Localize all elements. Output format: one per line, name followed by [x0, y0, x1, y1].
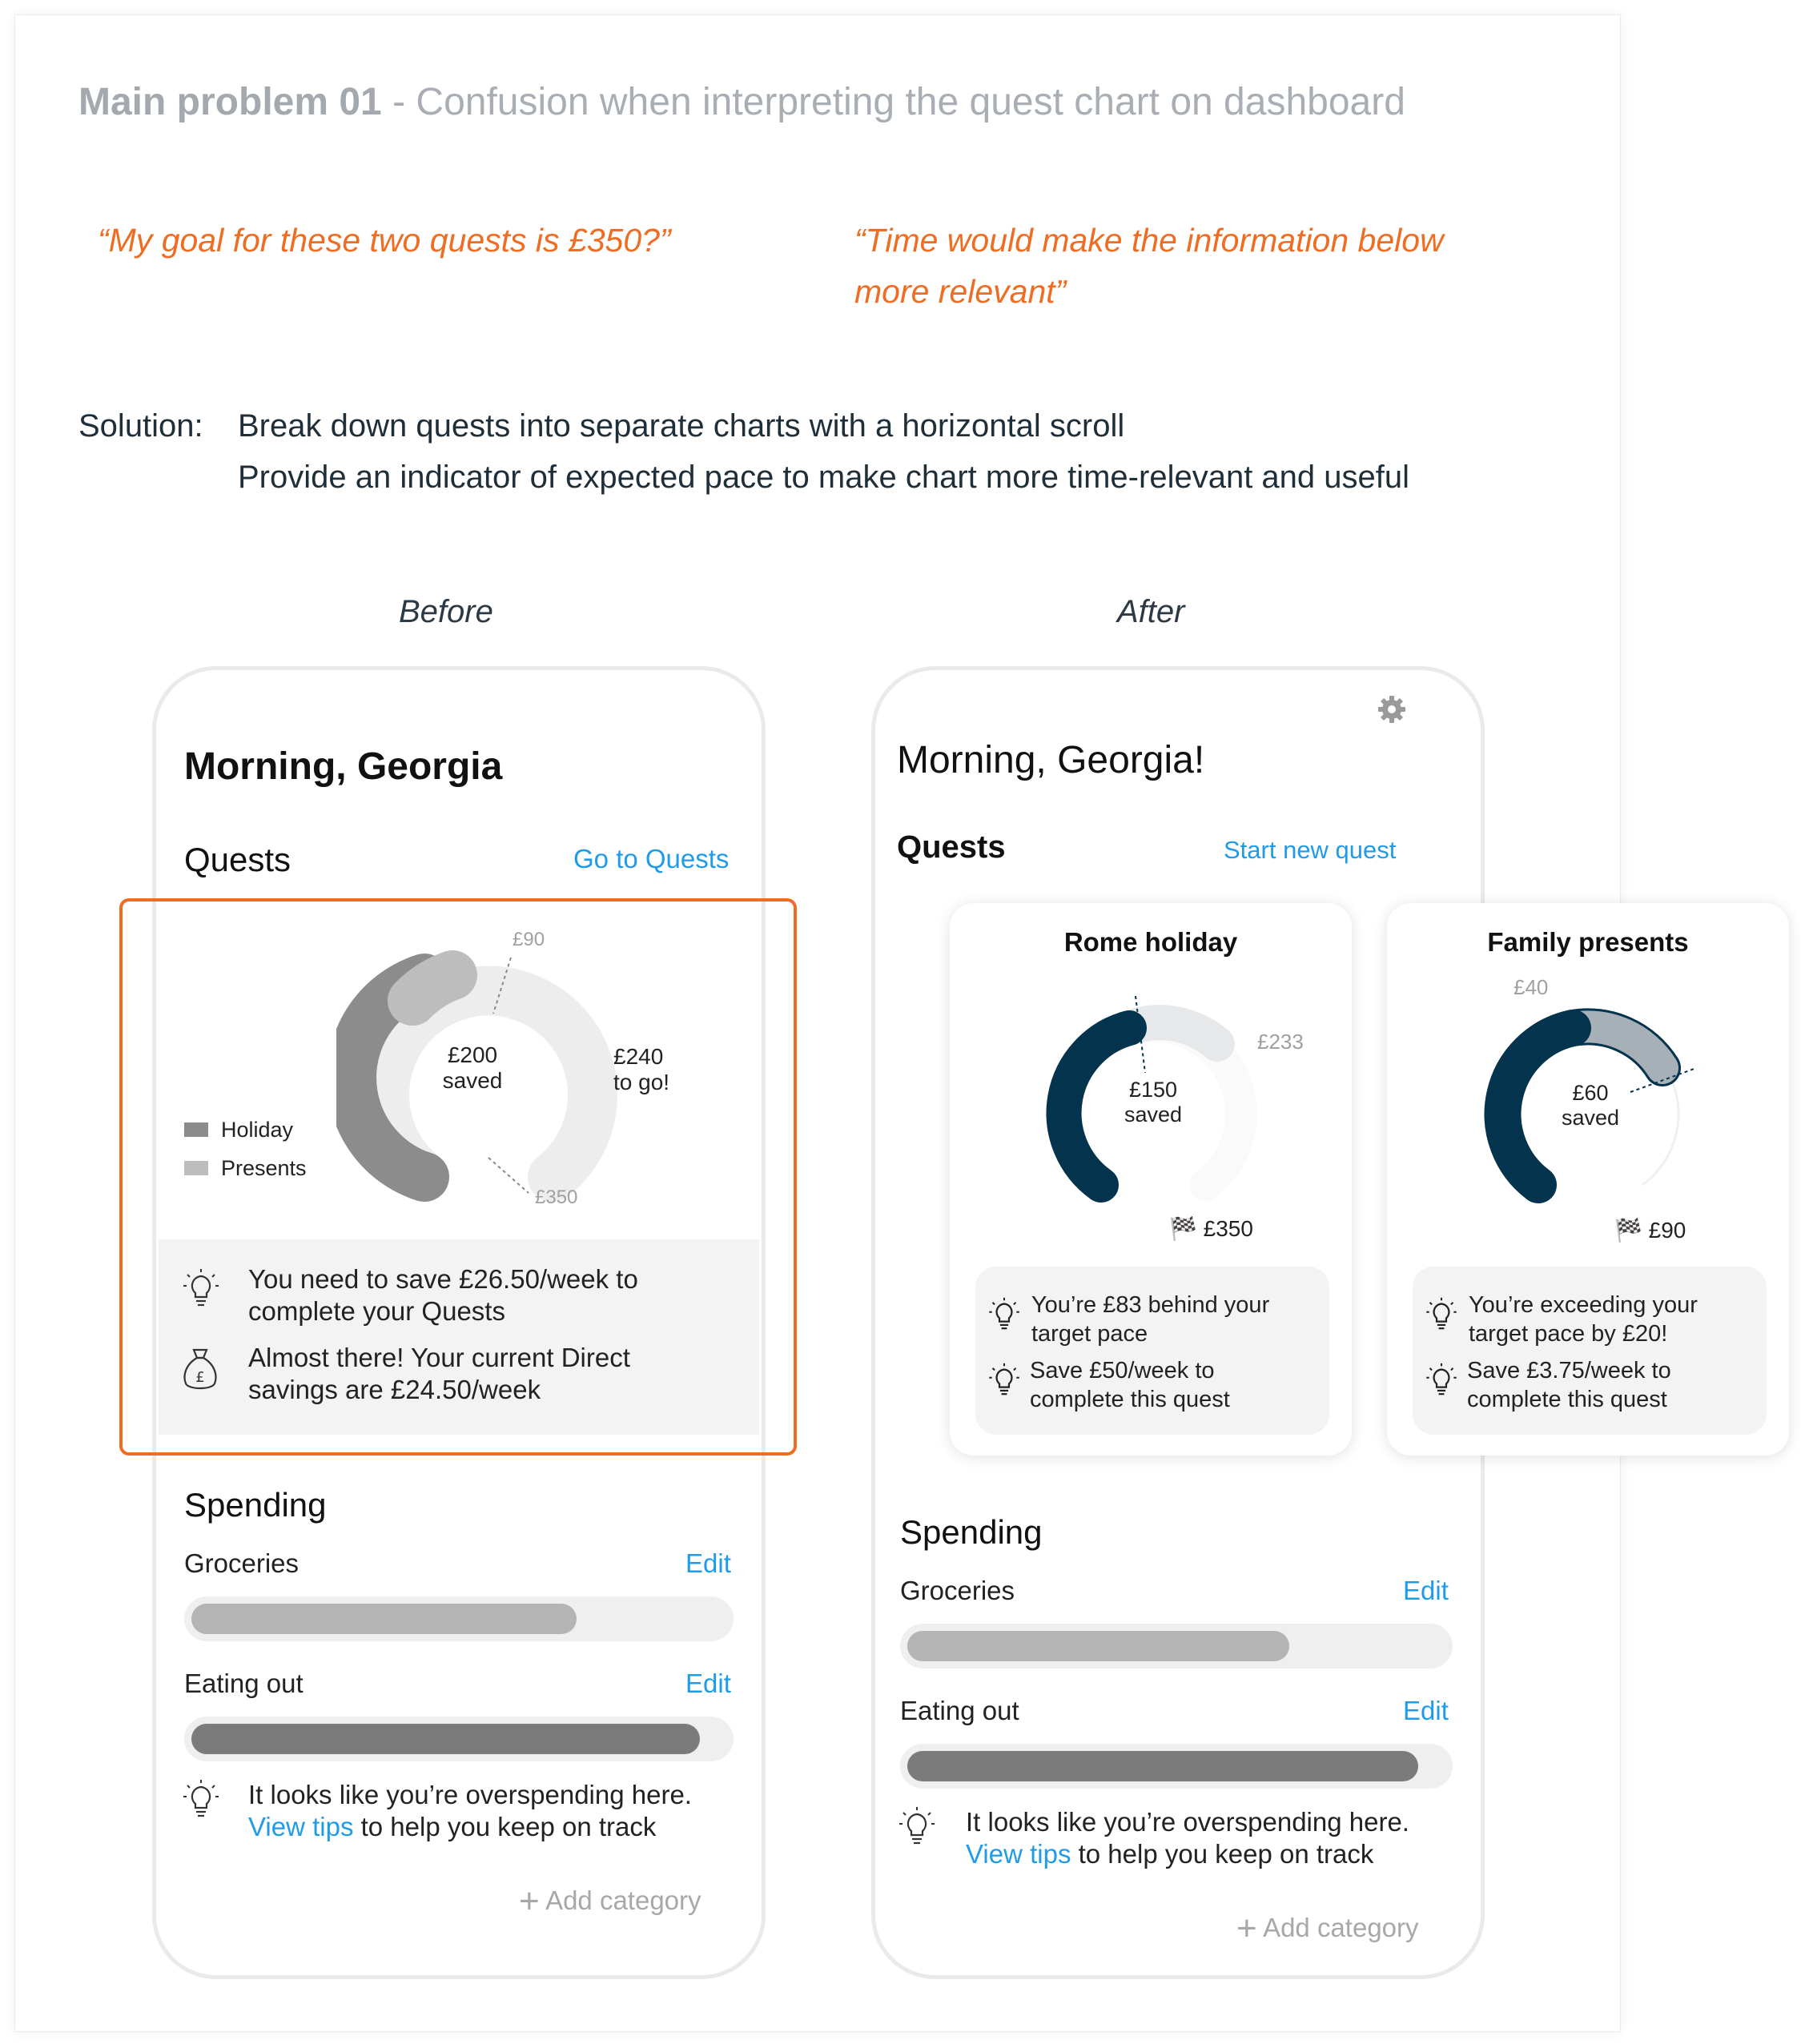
before-view-tips-link[interactable]: View tips — [248, 1812, 353, 1841]
after-groceries-bar — [900, 1624, 1453, 1669]
family-center-amount: £60 — [1572, 1081, 1609, 1105]
before-groceries-bar — [184, 1596, 734, 1641]
before-heading: Before — [399, 594, 493, 629]
solution-line1: Break down quests into separate charts w… — [238, 408, 1125, 444]
before-spending-title: Spending — [184, 1486, 327, 1524]
start-new-quest-link[interactable]: Start new quest — [1224, 836, 1396, 865]
before-quests-title: Quests — [184, 841, 291, 878]
before-eating-out-edit[interactable]: Edit — [685, 1669, 731, 1699]
rome-tip-1-line1: You’re £83 behind your — [1031, 1292, 1270, 1318]
after-view-tips-link[interactable]: View tips — [966, 1839, 1071, 1869]
problem-highlight-frame — [119, 898, 797, 1456]
quote-right: “Time would make the information below m… — [854, 215, 1444, 317]
go-to-quests-link[interactable]: Go to Quests — [573, 844, 729, 874]
after-heading: After — [1117, 594, 1185, 629]
before-greeting: Morning, Georgia — [184, 745, 503, 788]
quote-right-line1: “Time would make the information below — [854, 222, 1444, 259]
after-spending-tip: It looks like you’re overspending here. … — [966, 1806, 1409, 1870]
finish-flag-icon: 🏁 — [1169, 1216, 1197, 1241]
after-eating-out-fill — [907, 1751, 1418, 1781]
after-eating-out-edit[interactable]: Edit — [1403, 1696, 1449, 1726]
lightbulb-icon — [1426, 1297, 1457, 1330]
family-center: £60 saved — [1542, 1081, 1638, 1130]
after-quests-title: Quests — [897, 829, 1006, 865]
family-tip-2-line1: Save £3.75/week to — [1467, 1358, 1671, 1383]
rome-tip-2: Save £50/week to complete this quest — [1030, 1356, 1230, 1414]
quote-right-line2: more relevant” — [854, 273, 1067, 310]
before-spending-tip-line1: It looks like you’re overspending here. — [248, 1780, 692, 1809]
rome-tip-2-line2: complete this quest — [1030, 1387, 1230, 1412]
family-goal-amount: £90 — [1648, 1218, 1686, 1243]
after-tip-rest: to help you keep on track — [1071, 1839, 1374, 1869]
family-pace-label: £40 — [1513, 975, 1549, 999]
plus-icon: + — [1236, 1909, 1257, 1948]
gear-icon[interactable] — [1376, 693, 1408, 725]
before-groceries-edit[interactable]: Edit — [685, 1548, 731, 1579]
rome-center: £150 saved — [1105, 1078, 1201, 1127]
after-spending-tip-line2: View tips to help you keep on track — [966, 1838, 1409, 1870]
after-add-category-button[interactable]: + Add category — [1236, 1909, 1419, 1949]
family-center-sub: saved — [1561, 1106, 1620, 1130]
rome-tip-2-line1: Save £50/week to — [1030, 1358, 1215, 1383]
page-title: Main problem 01 - Confusion when interpr… — [78, 80, 1405, 124]
after-groceries-label: Groceries — [900, 1576, 1015, 1605]
before-add-category-label: Add category — [545, 1885, 701, 1915]
title-bold: Main problem 01 — [78, 81, 382, 123]
before-tip-rest: to help you keep on track — [353, 1812, 657, 1841]
plus-icon: + — [519, 1881, 540, 1921]
quote-left: “My goal for these two quests is £350?” — [98, 222, 671, 259]
after-eating-out-label: Eating out — [900, 1696, 1019, 1725]
lightbulb-icon — [989, 1297, 1019, 1330]
rome-goal: 🏁 £350 — [1169, 1215, 1253, 1242]
after-groceries-edit[interactable]: Edit — [1403, 1576, 1449, 1606]
finish-flag-icon: 🏁 — [1614, 1218, 1642, 1243]
after-greeting: Morning, Georgia! — [897, 739, 1205, 781]
rome-center-sub: saved — [1124, 1102, 1183, 1126]
after-spending-tip-line1: It looks like you’re overspending here. — [966, 1807, 1409, 1837]
before-groceries-label: Groceries — [184, 1548, 299, 1578]
after-add-category-label: Add category — [1263, 1913, 1419, 1942]
rome-tip-1: You’re £83 behind your target pace — [1031, 1291, 1269, 1348]
after-groceries-fill — [907, 1631, 1289, 1661]
title-rest: - Confusion when interpreting the quest … — [392, 81, 1405, 123]
lightbulb-icon — [899, 1807, 935, 1845]
lightbulb-icon — [1426, 1363, 1457, 1395]
after-spending-title: Spending — [900, 1513, 1043, 1551]
quest-title-rome: Rome holiday — [1063, 927, 1238, 957]
family-tip-1-line1: You’re exceeding your — [1469, 1292, 1698, 1318]
family-tip-2-line2: complete this quest — [1467, 1387, 1667, 1412]
rome-tip-1-line2: target pace — [1031, 1321, 1148, 1347]
before-add-category-button[interactable]: + Add category — [519, 1881, 701, 1922]
before-spending-tip-line2: View tips to help you keep on track — [248, 1811, 692, 1843]
before-eating-out-label: Eating out — [184, 1669, 304, 1698]
family-goal: 🏁 £90 — [1614, 1217, 1686, 1243]
lightbulb-icon — [989, 1363, 1019, 1395]
family-tip-2: Save £3.75/week to complete this quest — [1467, 1356, 1671, 1414]
family-tip-1-line2: target pace by £20! — [1469, 1321, 1668, 1347]
after-eating-out-bar — [900, 1744, 1453, 1789]
before-groceries-fill — [191, 1604, 577, 1634]
quest-title-family: Family presents — [1487, 927, 1689, 957]
solution-text: Break down quests into separate charts w… — [238, 400, 1409, 503]
lightbulb-icon — [183, 1780, 219, 1817]
solution-line2: Provide an indicator of expected pace to… — [238, 460, 1410, 495]
rome-center-amount: £150 — [1128, 1078, 1178, 1102]
family-tip-1: You’re exceeding your target pace by £20… — [1469, 1291, 1698, 1348]
solution-label: Solution: — [78, 408, 203, 444]
before-spending-tip: It looks like you’re overspending here. … — [248, 1779, 692, 1843]
before-eating-out-fill — [191, 1724, 700, 1754]
rome-goal-amount: £350 — [1203, 1216, 1253, 1241]
rome-pace-label: £233 — [1257, 1030, 1304, 1054]
before-eating-out-bar — [184, 1717, 734, 1761]
